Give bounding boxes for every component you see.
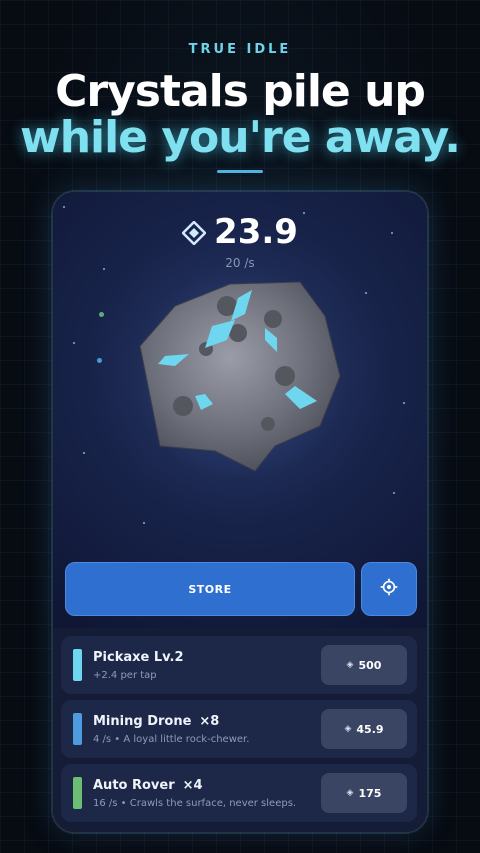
upgrade-color-bar [73, 777, 82, 809]
diamond-gem-icon: ◈ [346, 660, 354, 670]
upgrade-name: Mining Drone ×8 [93, 714, 220, 729]
headline-divider [217, 170, 263, 173]
headline-line-1: Crystals pile up [55, 66, 426, 117]
buy-button[interactable]: ◈ 500 [321, 645, 407, 685]
eyebrow-label: TRUE IDLE [188, 42, 292, 57]
settings-button[interactable] [361, 562, 417, 616]
upgrade-color-bar [73, 649, 82, 681]
diamond-gem-icon: ◈ [346, 788, 354, 798]
production-rate: 20 /s [225, 256, 255, 270]
upgrade-item-pickaxe: Pickaxe Lv.2 +2.4 per tap ◈ 500 [61, 636, 417, 694]
upgrade-item-mining-drone: Mining Drone ×8 4 /s • A loyal little roc… [61, 700, 417, 758]
upgrade-item-auto-rover: Auto Rover ×4 16 /s • Crawls the surface,… [61, 764, 417, 822]
store-button[interactable]: STORE [65, 562, 355, 616]
upgrade-name: Pickaxe Lv.2 [93, 650, 184, 665]
diamond-gem-icon [181, 214, 207, 254]
upgrade-desc: 4 /s • A loyal little rock-chewer. [93, 734, 250, 745]
upgrade-color-bar [73, 713, 82, 745]
game-screen: 23.9 20 /s STORE Pickaxe Lv.2 +2.4 per t… [53, 192, 427, 832]
diamond-gem-icon: ◈ [344, 724, 352, 734]
gear-icon [379, 577, 399, 601]
buy-button[interactable]: ◈ 45.9 [321, 709, 407, 749]
upgrade-desc: 16 /s • Crawls the surface, never sleeps… [93, 798, 297, 809]
upgrade-list: Pickaxe Lv.2 +2.4 per tap ◈ 500 Mining Dr… [53, 628, 427, 832]
upgrade-desc: +2.4 per tap [93, 670, 157, 681]
crystal-count-value: 23.9 [214, 212, 298, 252]
upgrade-name: Auto Rover ×4 [93, 778, 203, 793]
crystal-counter: 23.9 [53, 212, 427, 254]
buy-button[interactable]: ◈ 175 [321, 773, 407, 813]
headline-line-2: while you're away. [20, 112, 461, 163]
asteroid-tap-target[interactable] [135, 276, 345, 476]
